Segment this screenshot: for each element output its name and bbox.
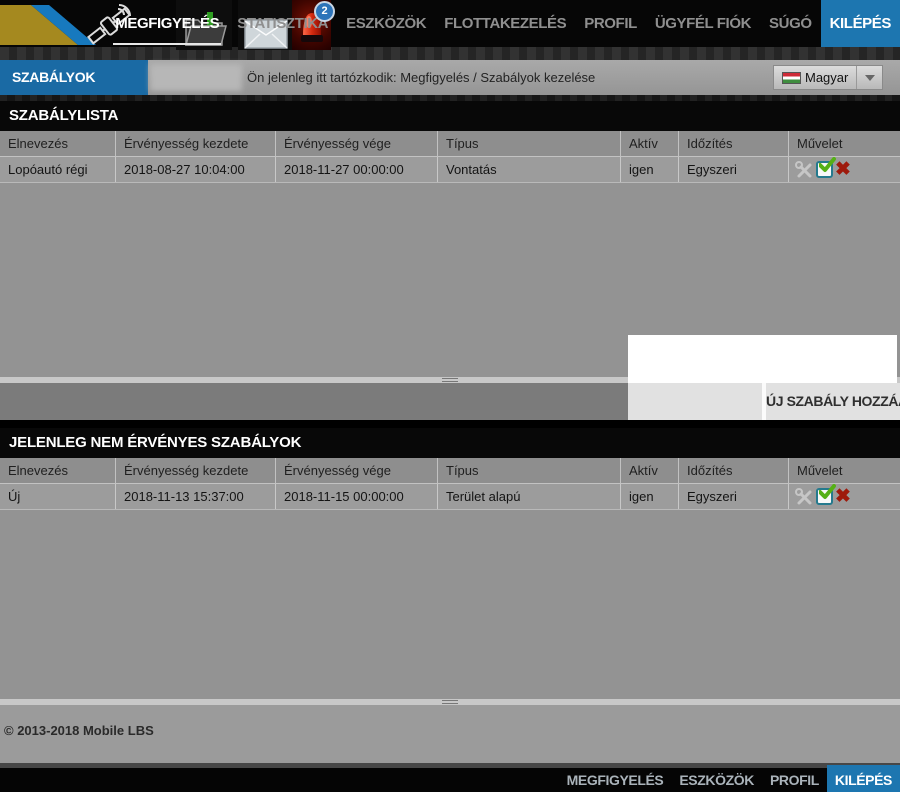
col-elnevezes[interactable]: Elnevezés [0, 131, 115, 156]
inactive-rules-section-title: JELENLEG NEM ÉRVÉNYES SZABÁLYOK [0, 428, 900, 458]
col-vege[interactable]: Érvényesség vége [275, 131, 437, 156]
rule-type: Terület alapú [437, 484, 620, 509]
page-footer: © 2013-2018 Mobile LBS [0, 705, 900, 763]
rule-list-footer-bar: ÚJ SZABÁLY HOZZÁADÁSA [0, 383, 900, 420]
white-overlay-panel [628, 335, 897, 383]
page-title: SZABÁLYOK KEZELÉSE [0, 60, 148, 95]
bottomnav-kilepes[interactable]: KILÉPÉS [827, 765, 900, 792]
inactive-rules-body [0, 510, 900, 699]
col-aktiv[interactable]: Aktív [620, 458, 678, 483]
copyright-text: © 2013-2018 Mobile LBS [4, 723, 154, 738]
language-selector[interactable]: Magyar [773, 65, 883, 90]
delete-icon[interactable] [835, 160, 851, 180]
rule-list-section-title: SZABÁLYLISTA [0, 101, 900, 131]
nav-megfigyeles[interactable]: MEGFIGYELÉS [106, 0, 228, 47]
rule-name: Új [0, 484, 115, 509]
inactive-rules-header-row: Elnevezés Érvényesség kezdete Érvényessé… [0, 458, 900, 484]
bottomnav-eszkozok[interactable]: ESZKÖZÖK [671, 768, 762, 792]
nav-sugo[interactable]: SÚGÓ [760, 0, 821, 47]
delete-icon[interactable] [835, 487, 851, 507]
table-row[interactable]: Lopóautó régi 2018-08-27 10:04:00 2018-1… [0, 157, 900, 183]
col-tipus[interactable]: Típus [437, 131, 620, 156]
col-muvelet: Művelet [788, 131, 900, 156]
top-navigation: MEGFIGYELÉS STATISZTIKA ESZKÖZÖK FLOTTAK… [106, 0, 900, 47]
redacted-username [150, 64, 242, 91]
language-dropdown-toggle[interactable] [856, 66, 882, 89]
resize-handle[interactable] [442, 700, 458, 704]
nav-flottakezeles[interactable]: FLOTTAKEZELÉS [435, 0, 575, 47]
hungarian-flag-icon [782, 72, 801, 84]
tools-icon[interactable] [794, 160, 814, 180]
table-row[interactable]: Új 2018-11-13 15:37:00 2018-11-15 00:00:… [0, 484, 900, 510]
app-window: 2 MEGFIGYELÉS STATISZTIKA ESZKÖZÖK FLOTT… [0, 0, 900, 792]
breadcrumb: Ön jelenleg itt tartózkodik: Megfigyelés… [247, 60, 595, 95]
bottomnav-profil[interactable]: PROFIL [762, 768, 827, 792]
confirm-check-icon[interactable] [816, 161, 833, 178]
breadcrumb-bar: SZABÁLYOK KEZELÉSE Ön jelenleg itt tartó… [0, 60, 900, 95]
col-tipus[interactable]: Típus [437, 458, 620, 483]
rule-start: 2018-08-27 10:04:00 [115, 157, 275, 182]
bottom-navigation: MEGFIGYELÉS ESZKÖZÖK PROFIL KILÉPÉS [0, 768, 900, 792]
col-kezdete[interactable]: Érvényesség kezdete [115, 131, 275, 156]
add-rule-button[interactable]: ÚJ SZABÁLY HOZZÁADÁSA [766, 383, 900, 420]
col-idozites[interactable]: Időzítés [678, 131, 788, 156]
rule-timing: Egyszeri [678, 484, 788, 509]
bottomnav-megfigyeles[interactable]: MEGFIGYELÉS [559, 768, 672, 792]
col-kezdete[interactable]: Érvényesség kezdete [115, 458, 275, 483]
rule-actions [788, 157, 900, 182]
nav-profil[interactable]: PROFIL [575, 0, 646, 47]
col-elnevezes[interactable]: Elnevezés [0, 458, 115, 483]
rule-active: igen [620, 484, 678, 509]
alerts-count-badge[interactable]: 2 [314, 1, 335, 22]
nav-kilepes[interactable]: KILÉPÉS [821, 0, 900, 47]
resize-handle[interactable] [442, 378, 458, 382]
col-vege[interactable]: Érvényesség vége [275, 458, 437, 483]
col-aktiv[interactable]: Aktív [620, 131, 678, 156]
col-muvelet: Művelet [788, 458, 900, 483]
confirm-check-icon[interactable] [816, 488, 833, 505]
rule-active: igen [620, 157, 678, 182]
chevron-down-icon [865, 75, 875, 81]
rule-timing: Egyszeri [678, 157, 788, 182]
rule-end: 2018-11-27 00:00:00 [275, 157, 437, 182]
nav-eszkozok[interactable]: ESZKÖZÖK [337, 0, 435, 47]
nav-ugyfel-fiok[interactable]: ÜGYFÉL FIÓK [646, 0, 760, 47]
texture-strip-top [0, 47, 900, 60]
top-header-bar: 2 MEGFIGYELÉS STATISZTIKA ESZKÖZÖK FLOTT… [0, 0, 900, 47]
rule-start: 2018-11-13 15:37:00 [115, 484, 275, 509]
col-idozites[interactable]: Időzítés [678, 458, 788, 483]
footer-light-panel: ÚJ SZABÁLY HOZZÁADÁSA [628, 383, 900, 420]
rule-end: 2018-11-15 00:00:00 [275, 484, 437, 509]
rule-name: Lopóautó régi [0, 157, 115, 182]
tools-icon[interactable] [794, 487, 814, 507]
rule-actions [788, 484, 900, 509]
language-label: Magyar [805, 70, 856, 85]
rule-type: Vontatás [437, 157, 620, 182]
rule-list-header-row: Elnevezés Érvényesség kezdete Érvényessé… [0, 131, 900, 157]
section-gap [0, 420, 900, 428]
